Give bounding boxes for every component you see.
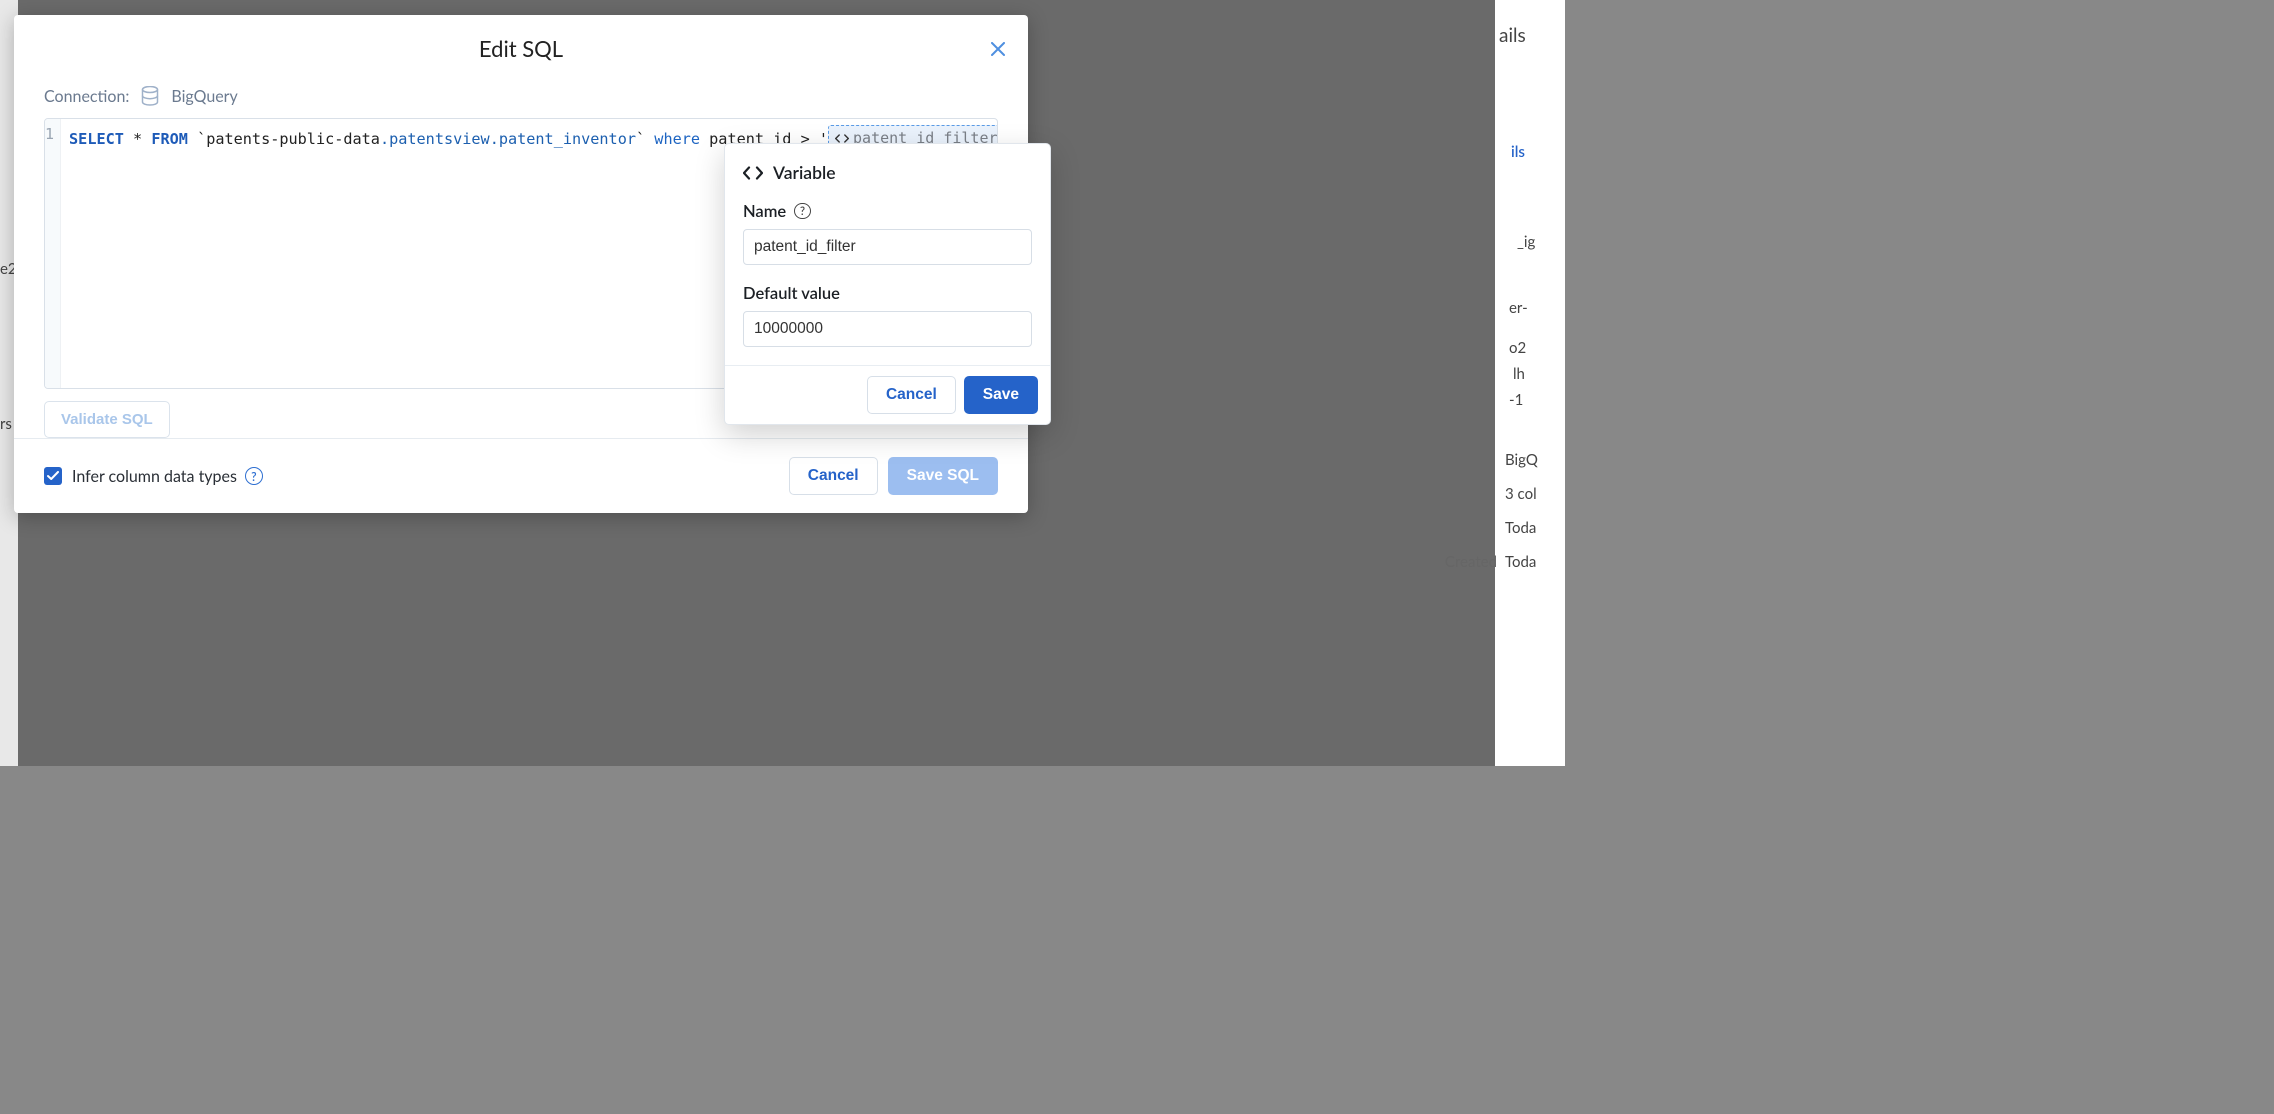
code-icon	[743, 166, 763, 180]
background-right-strip: ails ils _ig er- o2 lh -1 BigQ 3 col Tod…	[1495, 0, 1565, 766]
save-sql-button[interactable]: Save SQL	[888, 457, 998, 495]
help-icon[interactable]: ?	[245, 467, 263, 485]
modal-footer: Infer column data types ? Cancel Save SQ…	[14, 438, 1028, 513]
popover-cancel-button[interactable]: Cancel	[867, 376, 956, 414]
connection-row: Connection: BigQuery	[14, 68, 1028, 118]
name-label: Name	[743, 201, 786, 221]
validate-sql-button[interactable]: Validate SQL	[44, 401, 170, 438]
check-icon	[47, 471, 59, 481]
line-number: 1	[45, 125, 54, 143]
modal-header: Edit SQL	[14, 15, 1028, 68]
popover-save-button[interactable]: Save	[964, 376, 1038, 414]
connection-label: Connection:	[44, 87, 129, 106]
infer-types-checkbox[interactable]	[44, 467, 62, 485]
variable-name-input[interactable]	[743, 229, 1032, 265]
default-value-input[interactable]	[743, 311, 1032, 347]
connection-name: BigQuery	[171, 87, 237, 106]
close-icon	[991, 42, 1005, 56]
popover-header: Variable	[743, 162, 1032, 183]
database-icon	[141, 86, 159, 106]
default-value-label: Default value	[743, 283, 840, 303]
popover-title: Variable	[773, 162, 835, 183]
close-button[interactable]	[984, 35, 1012, 63]
help-icon[interactable]: ?	[794, 203, 811, 220]
cancel-button[interactable]: Cancel	[789, 457, 878, 495]
popover-footer: Cancel Save	[725, 365, 1050, 424]
modal-title: Edit SQL	[38, 35, 1004, 62]
infer-types-label: Infer column data types	[72, 467, 237, 486]
variable-popover: Variable Name ? Default value Cancel Sav…	[724, 143, 1051, 425]
editor-gutter: 1	[45, 119, 61, 388]
